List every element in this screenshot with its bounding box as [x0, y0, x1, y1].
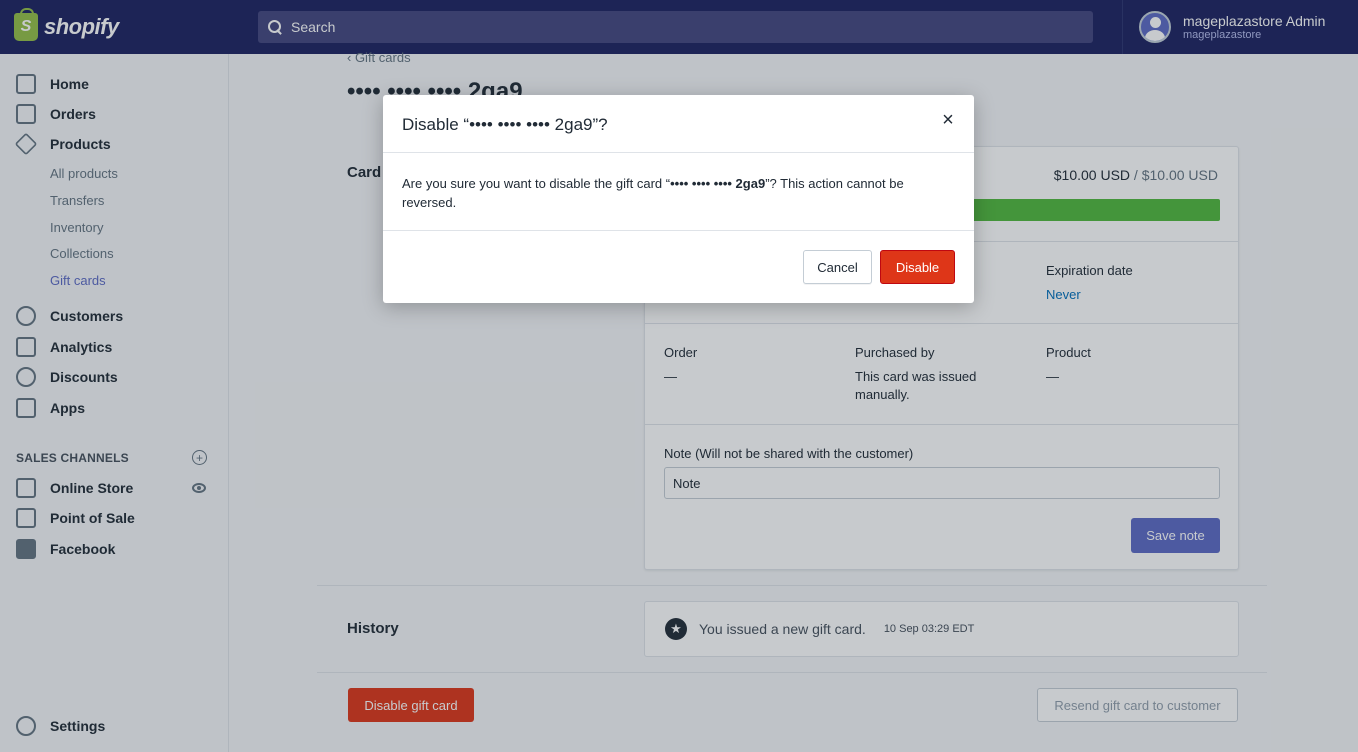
disable-confirmation-modal: Disable “•••• •••• •••• 2ga9”? × Are you… — [383, 95, 974, 303]
cancel-button[interactable]: Cancel — [803, 250, 872, 284]
close-icon[interactable]: × — [938, 110, 958, 131]
modal-footer-divider — [383, 230, 974, 231]
modal-title: Disable “•••• •••• •••• 2ga9”? — [402, 115, 608, 134]
modal-body-code: •••• •••• •••• 2ga9 — [670, 176, 766, 191]
disable-button[interactable]: Disable — [880, 250, 955, 284]
modal-body: Are you sure you want to disable the gif… — [402, 174, 957, 212]
modal-header: Disable “•••• •••• •••• 2ga9”? × — [383, 95, 974, 153]
modal-body-prefix: Are you sure you want to disable the gif… — [402, 176, 671, 191]
